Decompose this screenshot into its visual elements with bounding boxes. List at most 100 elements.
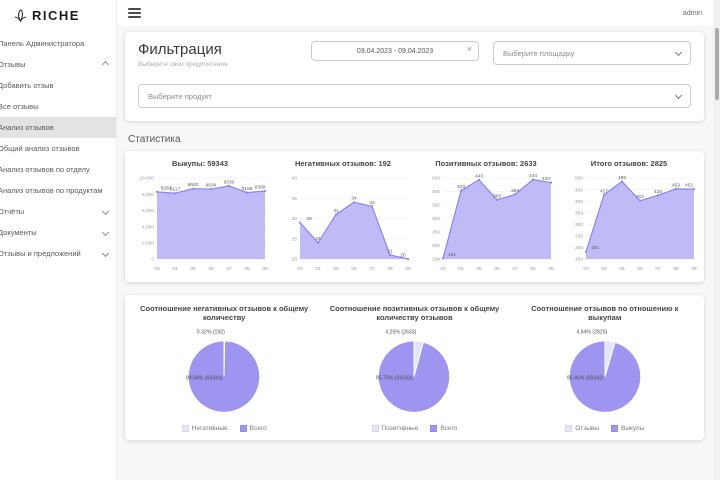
svg-text:150: 150	[432, 257, 440, 263]
svg-text:300: 300	[575, 222, 583, 228]
filter-card: Фильтрация Выберите свои предпочтения 03…	[125, 32, 704, 121]
legend-item[interactable]: Позитивные	[372, 425, 419, 432]
pie-chart: 0.32% (192)99.68% (59343)	[177, 323, 271, 417]
clear-icon[interactable]: ×	[467, 45, 472, 54]
legend-item[interactable]: Всего	[240, 425, 267, 432]
svg-text:300: 300	[432, 216, 440, 222]
svg-text:4.54% (2825): 4.54% (2825)	[576, 329, 607, 335]
area-chart: 10,0008,0006,0004,0002,00000304050607080…	[130, 169, 270, 273]
pie-chart-title: Соотношение отзывов по отношению к выкуп…	[510, 304, 700, 323]
svg-text:450: 450	[575, 187, 583, 193]
svg-text:20: 20	[400, 252, 406, 258]
scrollbar[interactable]	[713, 0, 720, 480]
sidebar-item[interactable]: Общий анализ отзывов	[0, 138, 116, 159]
legend-item[interactable]: Всего	[430, 425, 457, 432]
svg-text:2,000: 2,000	[142, 241, 154, 247]
svg-text:99.68% (59343): 99.68% (59343)	[186, 375, 223, 381]
svg-text:08: 08	[244, 266, 250, 272]
svg-text:08: 08	[387, 266, 393, 272]
logo-text: RICHE	[32, 8, 80, 23]
svg-text:34: 34	[351, 196, 357, 202]
svg-text:07: 07	[369, 266, 375, 272]
main-area: admin Фильтрация Выберите свои предпочте…	[116, 0, 720, 480]
svg-text:05: 05	[476, 266, 482, 272]
legend-swatch	[182, 425, 189, 432]
svg-text:250: 250	[432, 230, 440, 236]
svg-text:31: 31	[333, 208, 339, 214]
legend-label: Позитивные	[382, 425, 419, 432]
platform-select[interactable]: Выберите площадку	[493, 41, 691, 65]
sidebar-item[interactable]: Документы	[0, 222, 116, 243]
svg-text:350: 350	[432, 203, 440, 209]
legend-item[interactable]: Отзывы	[565, 425, 599, 432]
chevron-down-icon	[102, 208, 109, 215]
svg-text:152: 152	[448, 252, 456, 258]
area-chart: 4504003503002502001500304050607080915240…	[416, 169, 556, 273]
filter-heading: Фильтрация Выберите свои предпочтения	[138, 41, 228, 68]
sidebar-item[interactable]: Анализ отзывов по отделу	[0, 159, 116, 180]
pie-legend: Негативные Всего	[129, 425, 319, 432]
svg-text:400: 400	[575, 199, 583, 205]
svg-text:09: 09	[262, 266, 268, 272]
svg-text:03: 03	[154, 266, 160, 272]
svg-text:427: 427	[600, 188, 608, 194]
pie-legend: Позитивные Всего	[319, 425, 509, 432]
sidebar-item[interactable]: Отзывы	[0, 54, 116, 75]
pie-chart-title: Соотношение негативных отзывов к общему …	[129, 304, 319, 323]
svg-text:06: 06	[351, 266, 357, 272]
svg-text:200: 200	[575, 245, 583, 251]
svg-text:433: 433	[542, 176, 550, 182]
svg-text:09: 09	[548, 266, 554, 272]
sidebar-item[interactable]: Отчёты	[0, 201, 116, 222]
chart-title: Позитивных отзывов: 2633	[416, 159, 556, 168]
sidebar-item-label: Отзывы и предложений	[0, 249, 99, 258]
sidebar-item[interactable]: Отзывы и предложений	[0, 243, 116, 264]
svg-text:08: 08	[673, 266, 679, 272]
chevron-down-icon	[102, 229, 109, 236]
sidebar: RICHE Панель Администратора ОтзывыДобавит…	[0, 0, 117, 480]
legend-label: Всего	[250, 425, 267, 432]
svg-text:06: 06	[494, 266, 500, 272]
sidebar-item[interactable]: Все отзывы	[0, 96, 116, 117]
area-chart-block: Позитивных отзывов: 26334504003503002502…	[416, 159, 556, 278]
legend-item[interactable]: Негативные	[182, 425, 228, 432]
scrollbar-thumb[interactable]	[715, 28, 719, 100]
svg-text:09: 09	[405, 266, 411, 272]
pie-legend: Отзывы Выкупы	[510, 425, 700, 432]
area-charts: Выкупы: 5934310,0008,0006,0004,0002,0000…	[125, 151, 704, 282]
svg-text:6,000: 6,000	[142, 208, 154, 214]
product-select[interactable]: Выберите продукт	[138, 84, 691, 108]
svg-text:452: 452	[685, 183, 693, 189]
sidebar-item[interactable]: Анализ отзывов по продуктам	[0, 180, 116, 201]
date-range-value: 03.04.2023 - 09.04.2023	[357, 48, 433, 55]
logo-leaf-icon	[13, 8, 28, 23]
svg-text:10,000: 10,000	[139, 176, 154, 182]
svg-text:07: 07	[226, 266, 232, 272]
svg-text:09: 09	[691, 266, 697, 272]
svg-text:500: 500	[575, 176, 583, 182]
legend-item[interactable]: Выкупы	[611, 425, 644, 432]
svg-text:250: 250	[575, 234, 583, 240]
sidebar-item[interactable]: Панель Администратора	[0, 33, 116, 54]
svg-text:20: 20	[292, 257, 298, 263]
date-range-input[interactable]: 03.04.2023 - 09.04.2023 ×	[311, 41, 479, 61]
legend-label: Негативные	[192, 425, 228, 432]
svg-text:07: 07	[512, 266, 518, 272]
sidebar-item[interactable]: Анализ отзывов	[0, 117, 116, 138]
legend-swatch	[372, 425, 379, 432]
svg-text:03: 03	[297, 266, 303, 272]
menu-icon[interactable]	[128, 8, 141, 18]
chart-title: Негативных отзывов: 192	[273, 159, 413, 168]
area-chart: 5004504003503002502001500304050607080918…	[559, 169, 699, 273]
svg-text:8198: 8198	[242, 186, 253, 192]
legend-swatch	[430, 425, 437, 432]
svg-text:389: 389	[511, 188, 519, 194]
svg-text:200: 200	[432, 243, 440, 249]
sidebar-item-label: Анализ отзывов по продуктам	[0, 186, 108, 195]
area-chart: 40353025200304050607080929243134332120	[273, 169, 413, 273]
svg-text:181: 181	[591, 245, 599, 251]
sidebar-item-label: Панель Администратора	[0, 39, 108, 48]
sidebar-item[interactable]: Добавить отзыв	[0, 75, 116, 96]
legend-label: Всего	[440, 425, 457, 432]
svg-text:369: 369	[493, 193, 501, 199]
